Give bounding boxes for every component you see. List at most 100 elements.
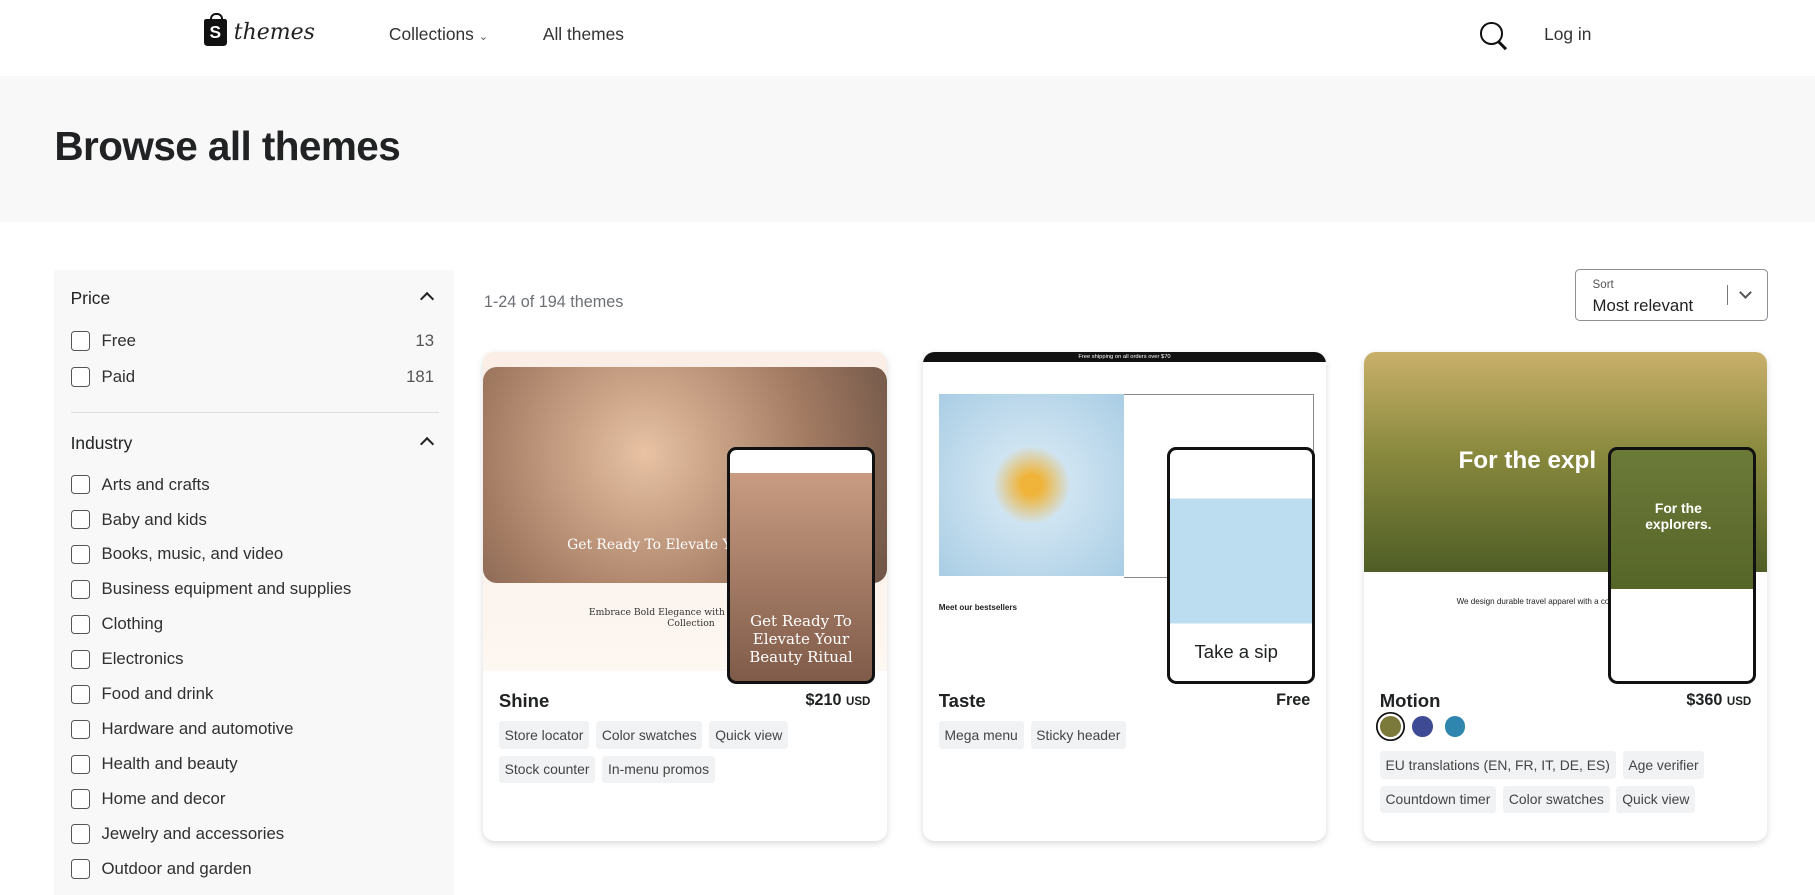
feature-tag: Countdown timer xyxy=(1379,785,1497,814)
theme-preview-image[interactable]: For the expl We design durable travel ap… xyxy=(1363,351,1768,685)
theme-price: $210 USD xyxy=(805,691,870,710)
checkbox[interactable] xyxy=(70,684,90,704)
option-label: Books, music, and video xyxy=(101,544,284,564)
preview-subtext: We design durable travel apparel with a … xyxy=(1456,597,1642,607)
filter-industry-heading[interactable]: Industry xyxy=(71,433,133,454)
option-label: Paid xyxy=(101,366,136,386)
feature-tags: Store locator Color swatches Quick view Sto… xyxy=(498,721,875,784)
price-value: Free xyxy=(1276,691,1311,710)
color-swatch[interactable] xyxy=(1412,716,1433,738)
shopify-themes-logo[interactable]: S themes xyxy=(203,12,315,47)
theme-name[interactable]: Taste xyxy=(939,690,986,712)
checkbox[interactable] xyxy=(70,859,90,879)
option-label: Business equipment and supplies xyxy=(101,579,352,599)
login-link[interactable]: Log in xyxy=(1544,24,1591,45)
feature-tag: Mega menu xyxy=(938,721,1024,749)
filter-industry-option[interactable]: Business equipment and supplies xyxy=(70,579,434,600)
feature-tag: Color swatches xyxy=(596,721,703,749)
checkbox[interactable] xyxy=(70,579,90,600)
checkbox[interactable] xyxy=(70,474,90,495)
price-value: $210 xyxy=(805,691,842,710)
feature-tag: Store locator xyxy=(498,721,590,749)
divider xyxy=(1726,284,1728,306)
option-label: Electronics xyxy=(101,649,184,669)
filter-price-paid[interactable]: Paid 181 xyxy=(70,366,434,387)
feature-tag: In-menu promos xyxy=(602,755,715,784)
search-icon[interactable] xyxy=(1480,21,1503,45)
checkbox[interactable] xyxy=(70,544,90,565)
feature-tag: Quick view xyxy=(709,721,789,749)
option-label: Food and drink xyxy=(101,684,214,704)
option-label: Free xyxy=(101,331,136,351)
sort-value: Most relevant xyxy=(1592,296,1694,316)
collections-menu[interactable]: Collections ⌄ xyxy=(389,24,488,45)
preview-mobile-headline: Get Ready To Elevate Your Beauty Ritual xyxy=(749,612,853,667)
color-swatches xyxy=(1379,716,1477,742)
chevron-down-icon xyxy=(1738,286,1752,299)
option-label: Arts and crafts xyxy=(101,474,210,494)
theme-preview-image[interactable]: Free shipping on all orders over $70 Mee… xyxy=(922,351,1327,685)
filter-industry-option[interactable]: Baby and kids xyxy=(70,509,434,530)
checkbox[interactable] xyxy=(70,649,90,670)
price-value: $360 xyxy=(1686,691,1723,710)
option-label: Home and decor xyxy=(101,789,226,809)
theme-preview-image[interactable]: Get Ready To Elevate Your Beauty Ritual … xyxy=(482,351,887,685)
theme-name[interactable]: Motion xyxy=(1380,690,1441,712)
feature-tag: Age verifier xyxy=(1622,751,1705,779)
feature-tag: Color swatches xyxy=(1503,785,1610,814)
price-currency: USD xyxy=(1726,696,1752,709)
theme-card-shine[interactable]: Get Ready To Elevate Your Beauty Ritual … xyxy=(482,351,887,842)
checkbox[interactable] xyxy=(70,331,90,351)
theme-card-motion[interactable]: For the expl We design durable travel ap… xyxy=(1363,351,1768,842)
chevron-down-icon: ⌄ xyxy=(478,31,489,44)
filter-industry-option[interactable]: Health and beauty xyxy=(70,754,434,774)
option-count: 13 xyxy=(415,331,435,351)
option-label: Hardware and automotive xyxy=(101,719,294,739)
filter-industry-option[interactable]: Outdoor and garden xyxy=(70,859,434,879)
feature-tag: Sticky header xyxy=(1030,721,1127,749)
filter-industry-option[interactable]: Home and decor xyxy=(70,789,434,809)
color-swatch[interactable] xyxy=(1379,716,1401,738)
results-count: 1-24 of 194 themes xyxy=(483,292,624,311)
shopify-bag-icon: S xyxy=(203,12,227,47)
theme-name[interactable]: Shine xyxy=(499,690,549,712)
filter-price-free[interactable]: Free 13 xyxy=(70,331,435,351)
all-themes-link[interactable]: All themes xyxy=(543,24,624,45)
option-label: Health and beauty xyxy=(101,754,238,774)
filter-price-heading[interactable]: Price xyxy=(71,288,111,309)
preview-headline: For the explorers. xyxy=(1645,500,1712,533)
top-nav: S themes Collections ⌄ All themes Log in xyxy=(0,0,1815,77)
filter-sidebar: Price Free 13 Paid 181 Industry Arts and c… xyxy=(54,269,454,895)
filter-industry-option[interactable]: Clothing xyxy=(70,614,434,635)
page-title: Browse all themes xyxy=(54,122,401,169)
filter-industry-option[interactable]: Books, music, and video xyxy=(70,544,434,565)
checkbox[interactable] xyxy=(70,719,90,739)
option-label: Outdoor and garden xyxy=(101,859,252,879)
option-label: Clothing xyxy=(101,614,164,634)
checkbox[interactable] xyxy=(70,754,90,774)
option-label: Jewelry and accessories xyxy=(101,824,285,844)
collections-label: Collections xyxy=(388,24,474,45)
chevron-up-icon[interactable] xyxy=(420,436,435,451)
color-swatch[interactable] xyxy=(1444,716,1466,738)
checkbox[interactable] xyxy=(70,824,90,844)
chevron-up-icon[interactable] xyxy=(420,291,435,307)
filter-industry-option[interactable]: Hardware and automotive xyxy=(70,719,434,739)
sort-select[interactable]: Sort Most relevant xyxy=(1575,268,1769,322)
checkbox[interactable] xyxy=(70,509,90,530)
divider xyxy=(70,412,439,414)
theme-card-taste[interactable]: Free shipping on all orders over $70 Mee… xyxy=(922,351,1327,842)
filter-industry-option[interactable]: Jewelry and accessories xyxy=(70,824,434,844)
checkbox[interactable] xyxy=(70,789,90,809)
feature-tag: Quick view xyxy=(1616,785,1696,814)
filter-industry-option[interactable]: Food and drink xyxy=(70,684,434,704)
filter-industry-option[interactable]: Electronics xyxy=(70,649,434,670)
feature-tag: Stock counter xyxy=(498,755,596,784)
sort-label: Sort xyxy=(1592,278,1614,291)
filter-industry-option[interactable]: Arts and crafts xyxy=(70,474,434,495)
checkbox[interactable] xyxy=(70,614,90,635)
option-label: Baby and kids xyxy=(101,509,207,529)
hero-banner: Browse all themes xyxy=(0,76,1815,223)
preview-headline: Take a sip xyxy=(1194,641,1278,663)
checkbox[interactable] xyxy=(70,367,90,387)
